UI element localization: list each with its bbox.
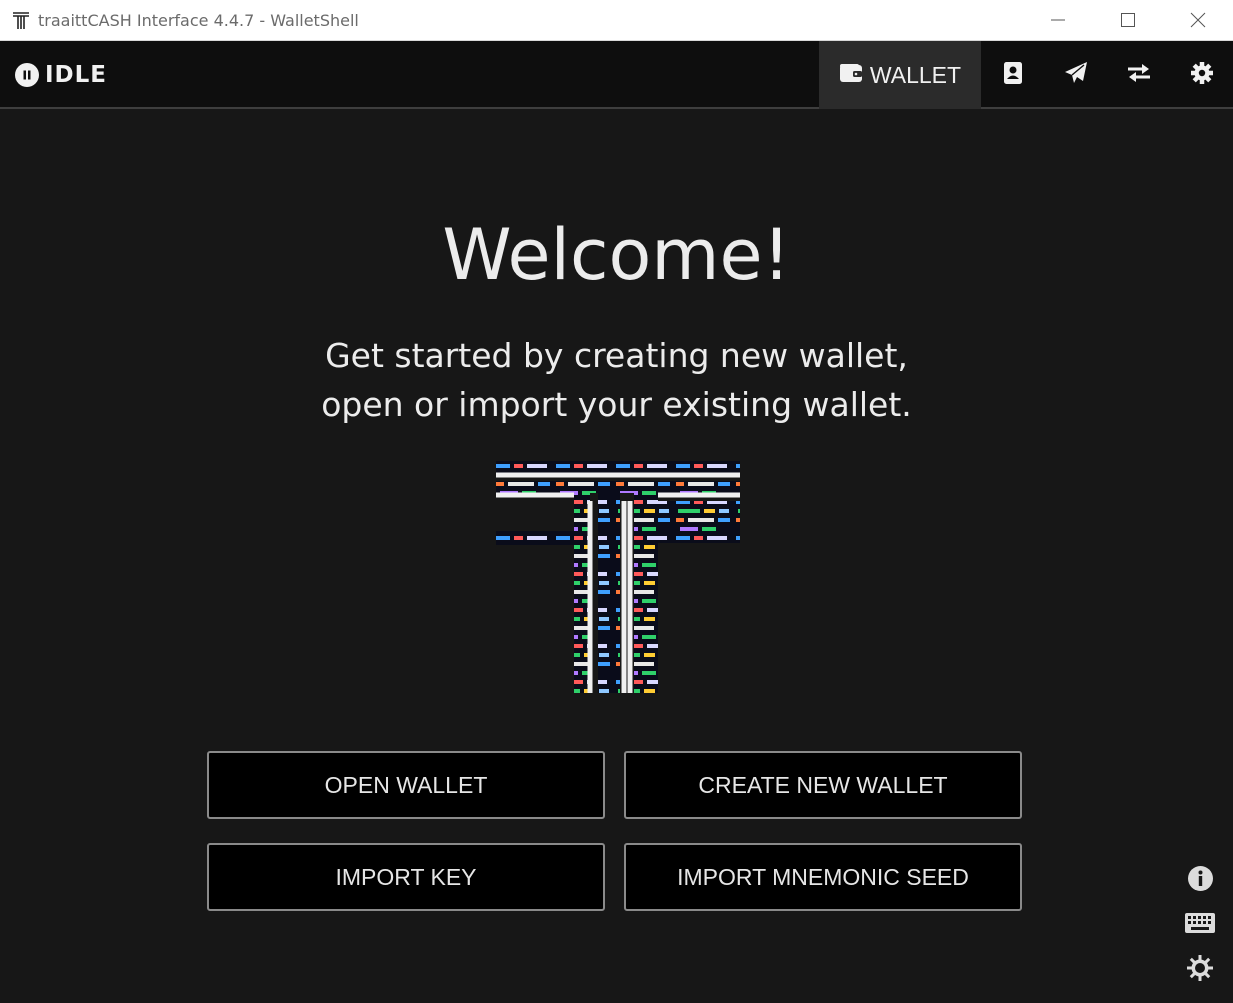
tab-address-book[interactable] bbox=[981, 41, 1044, 109]
subtitle-line-2: open or import your existing wallet. bbox=[321, 385, 912, 424]
wallet-icon bbox=[839, 63, 863, 87]
maximize-icon bbox=[1121, 13, 1135, 27]
window-title: traaittCASH Interface 4.4.7 - WalletShel… bbox=[38, 10, 359, 30]
close-button[interactable] bbox=[1163, 0, 1233, 40]
subtitle-line-1: Get started by creating new wallet, bbox=[325, 336, 908, 375]
sync-status: IDLE bbox=[15, 41, 107, 109]
tab-transactions[interactable] bbox=[1107, 41, 1170, 109]
welcome-section: Welcome! Get started by creating new wal… bbox=[0, 111, 1233, 1003]
welcome-heading: Welcome! bbox=[442, 214, 791, 296]
create-new-wallet-button[interactable]: CREATE NEW WALLET bbox=[624, 751, 1022, 819]
tab-wallet[interactable]: WALLET bbox=[819, 41, 981, 109]
welcome-subtitle: Get started by creating new wallet, open… bbox=[0, 331, 1233, 429]
traaitt-logo-icon bbox=[10, 9, 32, 31]
minimize-button[interactable] bbox=[1023, 0, 1093, 40]
brightness-icon bbox=[1187, 955, 1213, 981]
info-icon bbox=[1187, 865, 1213, 891]
top-navigation-bar: IDLE WALLET bbox=[0, 41, 1233, 109]
toggle-theme-button[interactable] bbox=[1183, 951, 1217, 985]
close-icon bbox=[1190, 12, 1206, 28]
import-mnemonic-seed-button[interactable]: IMPORT MNEMONIC SEED bbox=[624, 843, 1022, 911]
tab-wallet-label: WALLET bbox=[869, 61, 962, 88]
keyboard-icon bbox=[1185, 913, 1215, 933]
open-wallet-button[interactable]: OPEN WALLET bbox=[207, 751, 605, 819]
pause-circle-icon bbox=[15, 63, 39, 87]
gear-icon bbox=[1190, 61, 1214, 89]
maximize-button[interactable] bbox=[1093, 0, 1163, 40]
minimize-icon bbox=[1051, 19, 1065, 21]
tab-settings[interactable] bbox=[1170, 41, 1233, 109]
traaitt-logo bbox=[494, 461, 742, 696]
address-book-icon bbox=[1003, 61, 1023, 89]
about-button[interactable] bbox=[1183, 861, 1217, 895]
tab-send[interactable] bbox=[1044, 41, 1107, 109]
transfer-arrows-icon bbox=[1126, 62, 1152, 88]
main-nav: WALLET bbox=[819, 41, 1233, 109]
status-label: IDLE bbox=[45, 62, 108, 88]
send-icon bbox=[1064, 61, 1088, 89]
keyboard-shortcuts-button[interactable] bbox=[1183, 906, 1217, 940]
import-key-button[interactable]: IMPORT KEY bbox=[207, 843, 605, 911]
window-titlebar: traaittCASH Interface 4.4.7 - WalletShel… bbox=[0, 0, 1233, 41]
side-toolbar bbox=[1183, 861, 1217, 996]
